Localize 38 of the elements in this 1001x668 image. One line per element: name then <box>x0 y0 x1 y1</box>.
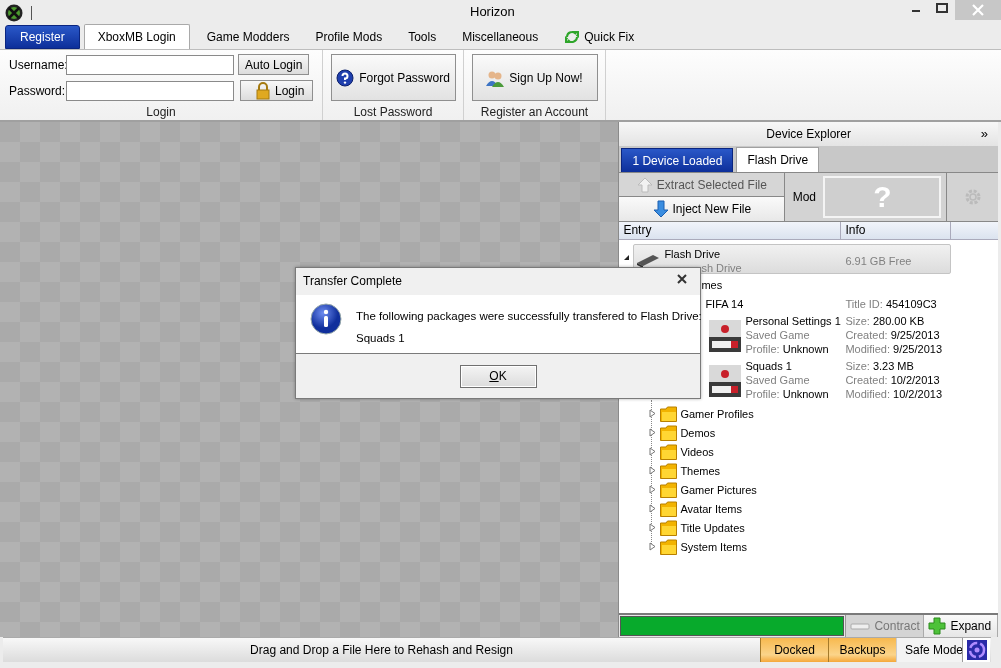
dialog-title: Transfer Complete <box>303 274 402 288</box>
file-name: Squads 1 <box>745 359 792 373</box>
mod-preview: ? <box>823 176 942 218</box>
file-profile: Profile: Unknown <box>745 387 829 401</box>
title-id: Title ID: 454109C3 <box>845 297 937 311</box>
file-name: Personal Settings 1 <box>745 314 841 328</box>
folder-name: Demos <box>680 426 716 440</box>
group-caption: Lost Password <box>352 105 434 120</box>
folder-name: System Items <box>680 540 747 554</box>
folder-name: mes <box>701 278 723 292</box>
folder-name: Gamer Pictures <box>680 483 757 497</box>
file-modified: Modified: 9/25/2013 <box>845 342 942 356</box>
group-caption: Login <box>145 105 177 120</box>
file-modified: Modified: 10/2/2013 <box>845 387 942 401</box>
file-size: Size: 280.00 KB <box>845 314 925 328</box>
mod-label: Mod <box>791 190 818 204</box>
file-type: Saved Game <box>745 328 810 342</box>
dialog-message: The following packages were successfully transfered to Flash Drive: <box>356 310 702 322</box>
file-created: Created: 9/25/2013 <box>845 328 940 342</box>
folder-name: Gamer Profiles <box>680 407 754 421</box>
panel-title: Device Explorer <box>766 127 852 141</box>
file-profile: Profile: Unknown <box>745 342 829 356</box>
folder-name: Avatar Items <box>680 502 742 516</box>
folder-name: Themes <box>680 464 721 478</box>
drive-subtitle: sh Drive <box>701 261 742 275</box>
folder-name: Title Updates <box>680 521 745 535</box>
file-size: Size: 3.23 MB <box>845 359 914 373</box>
group-caption: Register an Account <box>479 105 590 120</box>
package-name: Squads 1 <box>356 332 406 344</box>
drive-free-space: 6.91 GB Free <box>845 254 912 268</box>
status-message: Drag and Drop a File Here to Rehash and Resign <box>250 643 513 657</box>
window-title: Horizon <box>470 4 515 19</box>
field-label: Password: <box>8 83 62 98</box>
drive-name: Flash Drive <box>664 247 720 261</box>
game-title: FIFA 14 <box>705 297 744 311</box>
folder-name: Videos <box>680 445 714 459</box>
file-created: Created: 10/2/2013 <box>845 373 940 387</box>
file-type: Saved Game <box>745 373 810 387</box>
